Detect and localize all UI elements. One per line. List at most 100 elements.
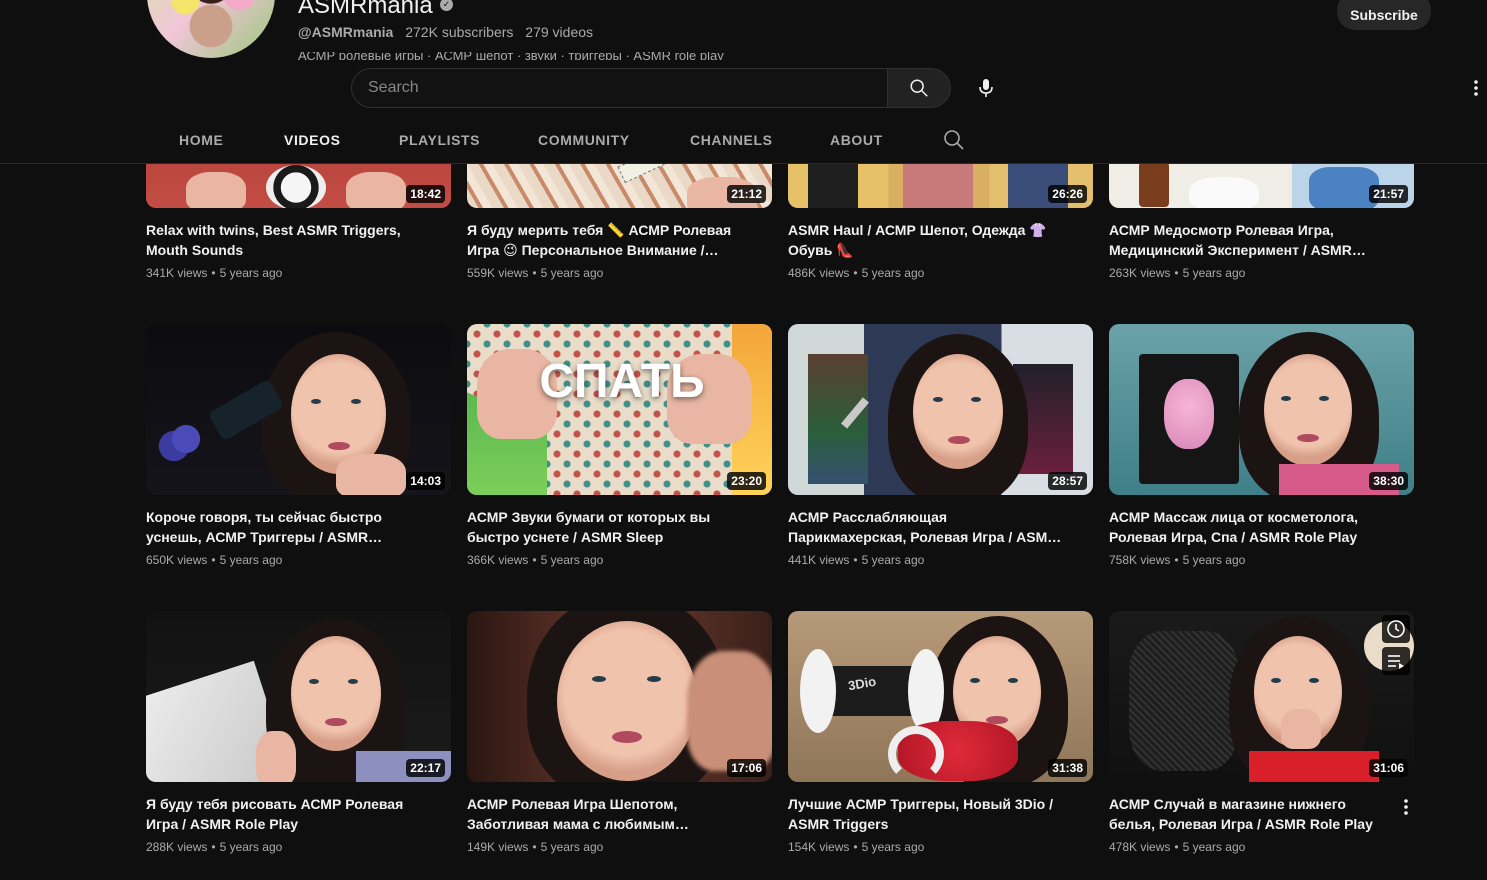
video-meta: 288K views • 5 years ago [146, 840, 283, 854]
video-card[interactable]: 28:57 АСМР Расслабляющая Парикмахерская,… [788, 324, 1093, 567]
search-icon [944, 130, 964, 150]
upload-age: 5 years ago [540, 840, 604, 854]
view-count: 441K views [788, 553, 850, 567]
video-duration: 21:57 [1369, 185, 1408, 203]
video-thumbnail[interactable]: 28:57 [788, 324, 1093, 495]
video-title[interactable]: АСМР Случай в магазине нижнего белья, Ро… [1109, 794, 1414, 834]
video-duration: 23:20 [727, 472, 766, 490]
voice-search-button[interactable] [966, 68, 1006, 108]
video-meta: 366K views • 5 years ago [467, 553, 604, 567]
video-meta: 154K views • 5 years ago [788, 840, 925, 854]
watch-later-button[interactable] [1382, 615, 1410, 643]
channel-search-button[interactable] [942, 128, 966, 152]
video-menu-button[interactable] [1398, 795, 1414, 819]
video-card[interactable]: 3Dio 31:38 Лучшие АСМР Триггеры, Новый 3… [788, 611, 1093, 854]
video-title[interactable]: Лучшие АСМР Триггеры, Новый 3Dio / ASMR … [788, 794, 1093, 834]
video-duration: 21:12 [727, 185, 766, 203]
subscribe-button[interactable]: Subscribe [1337, 0, 1431, 30]
video-title[interactable]: Короче говоря, ты сейчас быстро уснешь, … [146, 507, 451, 547]
video-thumbnail[interactable]: 17:06 [467, 611, 772, 782]
video-thumbnail[interactable]: 14:03 [146, 324, 451, 495]
video-card[interactable]: 21:57 АСМР Медосмотр Ролевая Игра, Медиц… [1109, 164, 1414, 280]
search-input[interactable] [352, 69, 888, 107]
video-count: 279 videos [525, 24, 594, 40]
microphone-icon [979, 79, 993, 97]
view-count: 486K views [788, 266, 850, 280]
video-thumbnail[interactable]: 38:30 [1109, 324, 1414, 495]
subscriber-count: 272K subscribers [405, 24, 514, 40]
video-title[interactable]: Я буду тебя рисовать АСМР Ролевая Игра /… [146, 794, 451, 834]
video-card[interactable]: 38:30 АСМР Массаж лица от косметолога, Р… [1109, 324, 1414, 567]
upload-age: 5 years ago [540, 266, 604, 280]
thumbnail-caption: СПАТЬ [539, 355, 705, 408]
upload-age: 5 years ago [1182, 840, 1246, 854]
search-icon [910, 79, 928, 97]
video-thumbnail[interactable]: 26:26 [788, 164, 1093, 208]
channel-description[interactable]: АСМР ролевые игры · АСМР шепот · звуки ·… [298, 52, 798, 60]
view-count: 559K views [467, 266, 529, 280]
upload-age: 5 years ago [861, 553, 925, 567]
video-card[interactable]: 22:17 Я буду тебя рисовать АСМР Ролевая … [146, 611, 451, 854]
channel-meta: @ASMRmania 272K subscribers 279 videos [298, 24, 593, 40]
video-duration: 38:30 [1369, 472, 1408, 490]
view-count: 366K views [467, 553, 529, 567]
channel-name: ASMRmania [298, 0, 433, 19]
video-title[interactable]: АСМР Медосмотр Ролевая Игра, Медицинский… [1109, 220, 1414, 260]
video-duration: 31:06 [1369, 759, 1408, 777]
video-duration: 17:06 [727, 759, 766, 777]
video-meta: 559K views • 5 years ago [467, 266, 604, 280]
search-box [351, 68, 888, 108]
video-thumbnail[interactable]: СПАТЬ 23:20 [467, 324, 772, 495]
video-card[interactable]: 31:06 АСМР Случай в магазине нижнего бел… [1109, 611, 1414, 854]
video-card[interactable]: 17:06 АСМР Ролевая Игра Шепотом, Заботли… [467, 611, 772, 854]
video-card[interactable]: 18:42 Relax with twins, Best ASMR Trigge… [146, 164, 451, 280]
video-meta: 758K views • 5 years ago [1109, 553, 1246, 567]
video-thumbnail[interactable]: 3Dio 31:38 [788, 611, 1093, 782]
video-duration: 28:57 [1048, 472, 1087, 490]
video-meta: 478K views • 5 years ago [1109, 840, 1246, 854]
video-duration: 31:38 [1048, 759, 1087, 777]
video-duration: 14:03 [406, 472, 445, 490]
video-title[interactable]: АСМР Ролевая Игра Шепотом, Заботливая ма… [467, 794, 772, 834]
view-count: 650K views [146, 553, 208, 567]
more-options-button[interactable] [1466, 74, 1486, 102]
video-card[interactable]: 26:26 ASMR Haul / АСМР Шепот, Одежда 👚 О… [788, 164, 1093, 280]
tab-channels[interactable]: CHANNELS [690, 132, 773, 148]
more-vert-icon [1474, 80, 1478, 96]
upload-age: 5 years ago [219, 553, 283, 567]
tab-community[interactable]: COMMUNITY [538, 132, 630, 148]
video-title[interactable]: Я буду мерить тебя 📏 АСМР Ролевая Игра 😉… [467, 220, 772, 260]
more-vert-icon [1404, 799, 1408, 815]
video-title[interactable]: Relax with twins, Best ASMR Triggers, Mo… [146, 220, 451, 260]
video-meta: 263K views • 5 years ago [1109, 266, 1246, 280]
queue-icon [1388, 655, 1404, 669]
search-button[interactable] [887, 68, 951, 108]
video-duration: 22:17 [406, 759, 445, 777]
tab-home[interactable]: HOME [179, 132, 223, 148]
upload-age: 5 years ago [219, 266, 283, 280]
view-count: 478K views [1109, 840, 1171, 854]
video-thumbnail[interactable]: 21:57 [1109, 164, 1414, 208]
channel-avatar[interactable] [147, 0, 275, 58]
video-card[interactable]: 21:12 Я буду мерить тебя 📏 АСМР Ролевая … [467, 164, 772, 280]
video-thumbnail[interactable]: 18:42 [146, 164, 451, 208]
video-thumbnail[interactable]: 21:12 [467, 164, 772, 208]
video-card[interactable]: 14:03 Короче говоря, ты сейчас быстро ус… [146, 324, 451, 567]
video-meta: 341K views • 5 years ago [146, 266, 283, 280]
video-card[interactable]: СПАТЬ 23:20 АСМР Звуки бумаги от которых… [467, 324, 772, 567]
channel-handle: @ASMRmania [298, 24, 394, 40]
video-title[interactable]: АСМР Массаж лица от косметолога, Ролевая… [1109, 507, 1414, 547]
tab-videos[interactable]: VIDEOS [284, 132, 341, 148]
add-to-queue-button[interactable] [1382, 647, 1410, 675]
view-count: 341K views [146, 266, 208, 280]
tab-about[interactable]: ABOUT [830, 132, 883, 148]
upload-age: 5 years ago [219, 840, 283, 854]
video-thumbnail[interactable]: 22:17 [146, 611, 451, 782]
video-title[interactable]: АСМР Звуки бумаги от которых вы быстро у… [467, 507, 772, 547]
tab-playlists[interactable]: PLAYLISTS [399, 132, 480, 148]
upload-age: 5 years ago [540, 553, 604, 567]
video-thumbnail[interactable]: 31:06 [1109, 611, 1414, 782]
video-title[interactable]: АСМР Расслабляющая Парикмахерская, Ролев… [788, 507, 1093, 547]
video-title[interactable]: ASMR Haul / АСМР Шепот, Одежда 👚 Обувь 👠 [788, 220, 1093, 260]
view-count: 154K views [788, 840, 850, 854]
